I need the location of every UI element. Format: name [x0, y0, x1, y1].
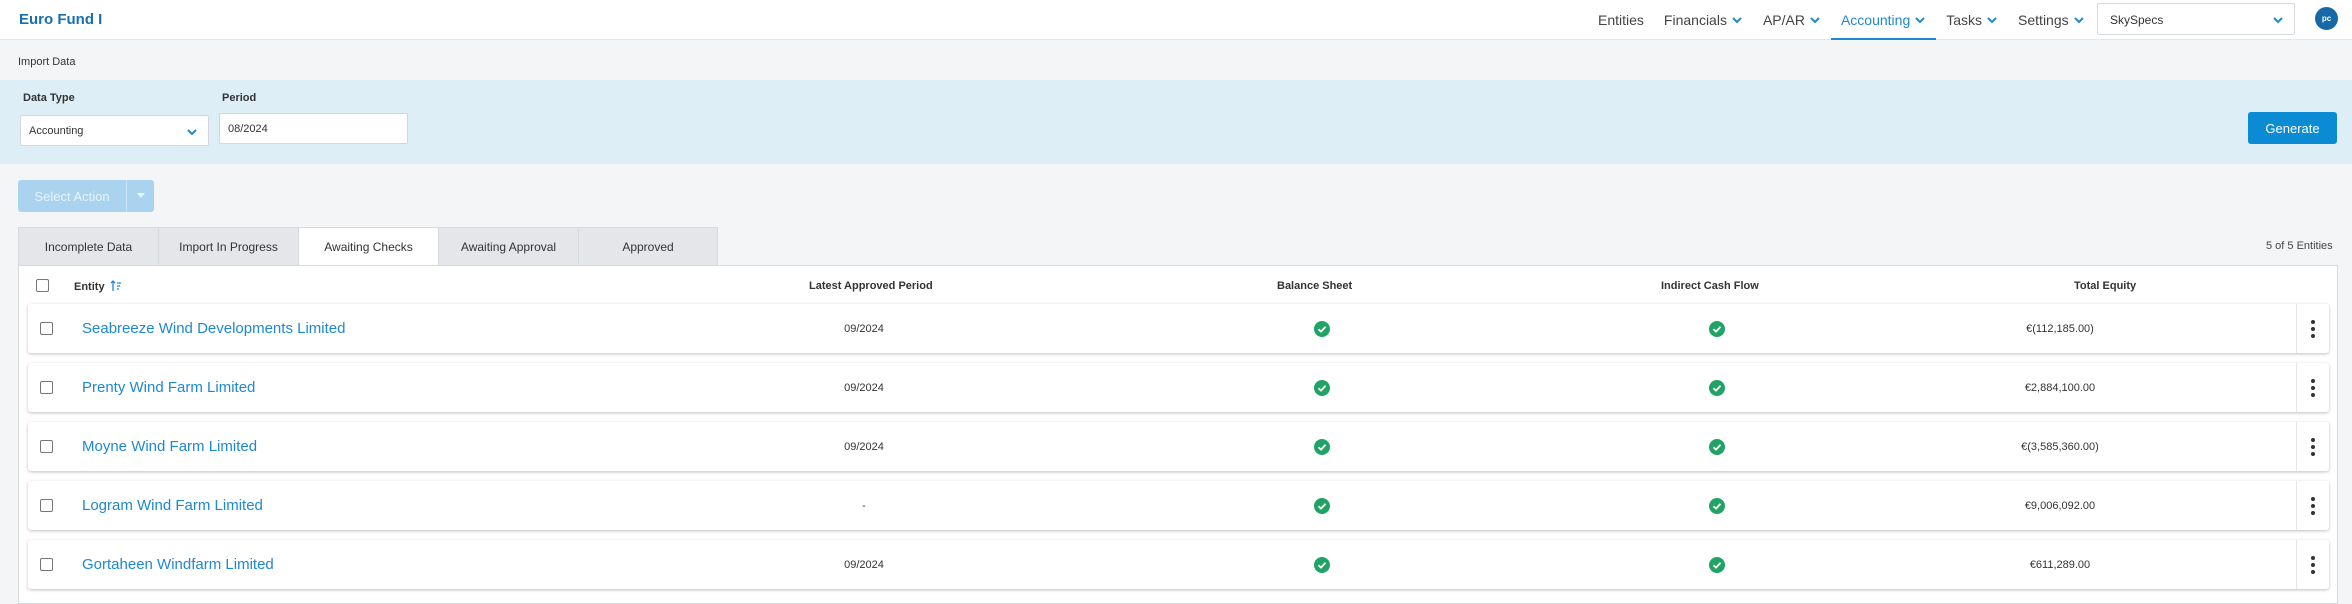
entity-link[interactable]: Gortaheen Windfarm Limited [82, 556, 274, 573]
nav-item-ap-ar[interactable]: AP/AR [1753, 0, 1831, 40]
nav-item-financials[interactable]: Financials [1654, 0, 1753, 40]
header-latest-period: Latest Approved Period [809, 280, 933, 292]
status-tabs: Incomplete Data Import In Progress Awaitin… [18, 227, 718, 266]
main-nav: Entities Financials AP/AR Accounting Tasks Se… [1588, 0, 2095, 40]
period-label: Period [222, 92, 257, 104]
row-checkbox[interactable] [40, 558, 53, 571]
header-cash-flow: Indirect Cash Flow [1661, 280, 1759, 292]
caret-down-icon [136, 193, 145, 198]
table-row[interactable]: Gortaheen Windfarm Limited 09/2024 €611,28… [28, 540, 2329, 589]
nav-item-tasks[interactable]: Tasks [1936, 0, 2008, 40]
total-equity-cell: €(112,185.00) [2026, 323, 2094, 335]
row-checkbox[interactable] [40, 322, 53, 335]
latest-period-cell: - [862, 500, 866, 512]
total-equity-cell: €(3,585,360.00) [2021, 441, 2099, 453]
data-type-select[interactable]: Accounting [20, 115, 209, 146]
row-menu-icon[interactable] [2296, 481, 2329, 530]
nav-item-label: Accounting [1840, 12, 1911, 28]
entity-link[interactable]: Moyne Wind Farm Limited [82, 438, 257, 455]
nav-item-label: AP/AR [1762, 12, 1805, 28]
row-menu-icon[interactable] [2296, 304, 2329, 353]
total-equity-cell: €9,006,092.00 [2024, 500, 2096, 512]
balance-sheet-check-icon [1314, 380, 1330, 396]
org-select-value: SkySpecs [2110, 13, 2164, 27]
data-type-label: Data Type [23, 92, 75, 104]
tab-incomplete-data[interactable]: Incomplete Data [18, 227, 158, 266]
chevron-down-icon [2273, 17, 2283, 24]
balance-sheet-check-icon [1314, 557, 1330, 573]
sort-icon[interactable] [110, 280, 122, 292]
row-menu-icon[interactable] [2296, 540, 2329, 589]
nav-item-entities[interactable]: Entities [1588, 0, 1654, 40]
page-header: Import Data [0, 41, 2352, 80]
tab-awaiting-approval[interactable]: Awaiting Approval [438, 227, 578, 266]
generate-button[interactable]: Generate [2248, 112, 2337, 144]
balance-sheet-check-icon [1314, 321, 1330, 337]
select-action-split-button: Select Action [18, 180, 154, 212]
select-action-button[interactable]: Select Action [18, 180, 126, 212]
nav-item-settings[interactable]: Settings [2008, 0, 2095, 40]
nav-item-label: Entities [1598, 12, 1644, 28]
total-equity-cell: €2,884,100.00 [2024, 382, 2096, 394]
page-title: Import Data [18, 56, 76, 68]
chevron-down-icon [2073, 17, 2084, 24]
top-navbar: Euro Fund I Entities Financials AP/AR Accou… [0, 0, 2352, 40]
row-checkbox[interactable] [40, 440, 53, 453]
nav-item-accounting[interactable]: Accounting [1830, 0, 1937, 40]
user-avatar[interactable]: pc [2315, 7, 2338, 30]
row-checkbox[interactable] [40, 381, 53, 394]
cash-flow-check-icon [1709, 498, 1725, 514]
row-checkbox[interactable] [40, 499, 53, 512]
chevron-down-icon [187, 129, 197, 136]
select-all-checkbox[interactable] [36, 279, 49, 292]
table-row[interactable]: Prenty Wind Farm Limited 09/2024 €2,884,10… [28, 363, 2329, 412]
select-action-caret[interactable] [126, 180, 154, 212]
table-header: Entity Latest Approved Period Balance Sh… [19, 266, 2337, 303]
period-value: 08/2024 [228, 122, 268, 135]
chevron-down-icon [1810, 17, 1820, 24]
latest-period-cell: 09/2024 [844, 441, 884, 453]
cash-flow-check-icon [1709, 439, 1725, 455]
balance-sheet-check-icon [1314, 439, 1330, 455]
tab-awaiting-checks[interactable]: Awaiting Checks [298, 227, 438, 266]
cash-flow-check-icon [1709, 557, 1725, 573]
fund-title[interactable]: Euro Fund I [19, 11, 102, 28]
nav-item-label: Tasks [1946, 12, 1983, 28]
latest-period-cell: 09/2024 [844, 559, 884, 571]
header-entity-label: Entity [74, 281, 105, 293]
header-total-equity: Total Equity [2074, 280, 2137, 292]
entity-count: 5 of 5 Entities [2266, 240, 2333, 252]
latest-period-cell: 09/2024 [844, 382, 884, 394]
entities-table: Entity Latest Approved Period Balance Sh… [18, 265, 2338, 604]
nav-item-label: Settings [2018, 12, 2069, 28]
chevron-down-icon [1732, 17, 1742, 24]
period-input[interactable]: 08/2024 [219, 113, 408, 144]
header-entity[interactable]: Entity [74, 280, 122, 293]
table-row[interactable]: Moyne Wind Farm Limited 09/2024 €(3,585,36… [28, 422, 2329, 471]
cash-flow-check-icon [1709, 321, 1725, 337]
entity-link[interactable]: Seabreeze Wind Developments Limited [82, 320, 345, 337]
nav-item-label: Financials [1663, 12, 1727, 28]
entity-link[interactable]: Prenty Wind Farm Limited [82, 379, 255, 396]
table-row[interactable]: Seabreeze Wind Developments Limited 09/20… [28, 304, 2329, 353]
chevron-down-icon [1915, 17, 1925, 24]
cash-flow-check-icon [1709, 380, 1725, 396]
tab-import-in-progress[interactable]: Import In Progress [158, 227, 298, 266]
org-select[interactable]: SkySpecs [2097, 3, 2295, 35]
row-menu-icon[interactable] [2296, 422, 2329, 471]
total-equity-cell: €611,289.00 [2029, 559, 2091, 571]
data-type-value: Accounting [29, 124, 84, 137]
latest-period-cell: 09/2024 [844, 323, 884, 335]
chevron-down-icon [1987, 17, 1997, 24]
balance-sheet-check-icon [1314, 498, 1330, 514]
header-balance-sheet: Balance Sheet [1277, 280, 1353, 292]
tab-approved[interactable]: Approved [578, 227, 718, 266]
table-row[interactable]: Logram Wind Farm Limited - €9,006,092.00 [28, 481, 2329, 530]
row-menu-icon[interactable] [2296, 363, 2329, 412]
entity-link[interactable]: Logram Wind Farm Limited [82, 497, 263, 514]
